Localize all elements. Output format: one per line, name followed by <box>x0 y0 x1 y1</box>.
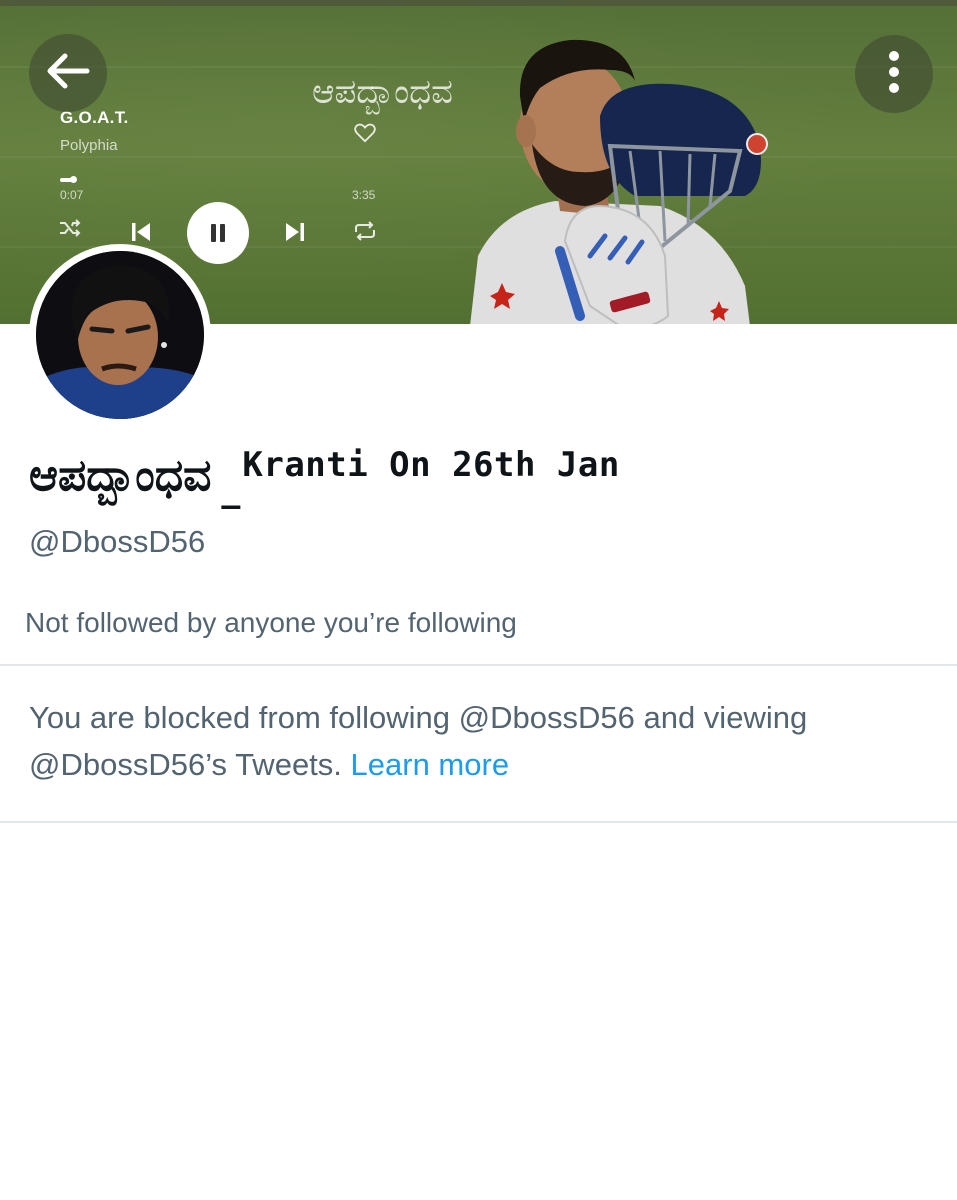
display-name-kannada: ಆಪದ್ಬಾಂಧವ <box>29 450 212 501</box>
user-handle: @DbossD56 <box>29 524 206 559</box>
next-icon <box>284 221 306 243</box>
song-progress-bar <box>60 176 77 183</box>
back-button[interactable] <box>29 34 107 112</box>
display-name-separator: _ <box>221 465 241 509</box>
divider <box>0 821 957 823</box>
display-name-suffix: Kranti On 26th Jan <box>242 445 620 485</box>
banner-kannada-title: ಆಪದ್ಬಾಂಧವ <box>312 72 453 112</box>
blocked-notice: You are blocked from following @DbossD56… <box>29 694 929 788</box>
time-current: 0:07 <box>60 188 84 202</box>
shuffle-icon <box>58 218 82 238</box>
more-options-button[interactable] <box>855 35 933 113</box>
previous-icon <box>130 221 152 243</box>
more-vertical-icon <box>888 50 900 99</box>
time-total: 3:35 <box>352 188 376 202</box>
divider <box>0 664 957 666</box>
repeat-icon <box>352 220 378 242</box>
followers-you-know-note: Not followed by anyone you’re following <box>25 607 517 638</box>
learn-more-link[interactable]: Learn more <box>351 747 510 782</box>
pause-icon <box>187 202 249 264</box>
profile-avatar[interactable] <box>29 244 211 426</box>
back-arrow-icon <box>45 52 91 95</box>
heart-icon <box>354 123 376 148</box>
display-name: ಆಪದ್ಬಾಂಧವ _Kranti On 26th Jan <box>29 445 620 520</box>
song-artist: Polyphia <box>60 137 118 154</box>
avatar-image <box>36 251 204 419</box>
